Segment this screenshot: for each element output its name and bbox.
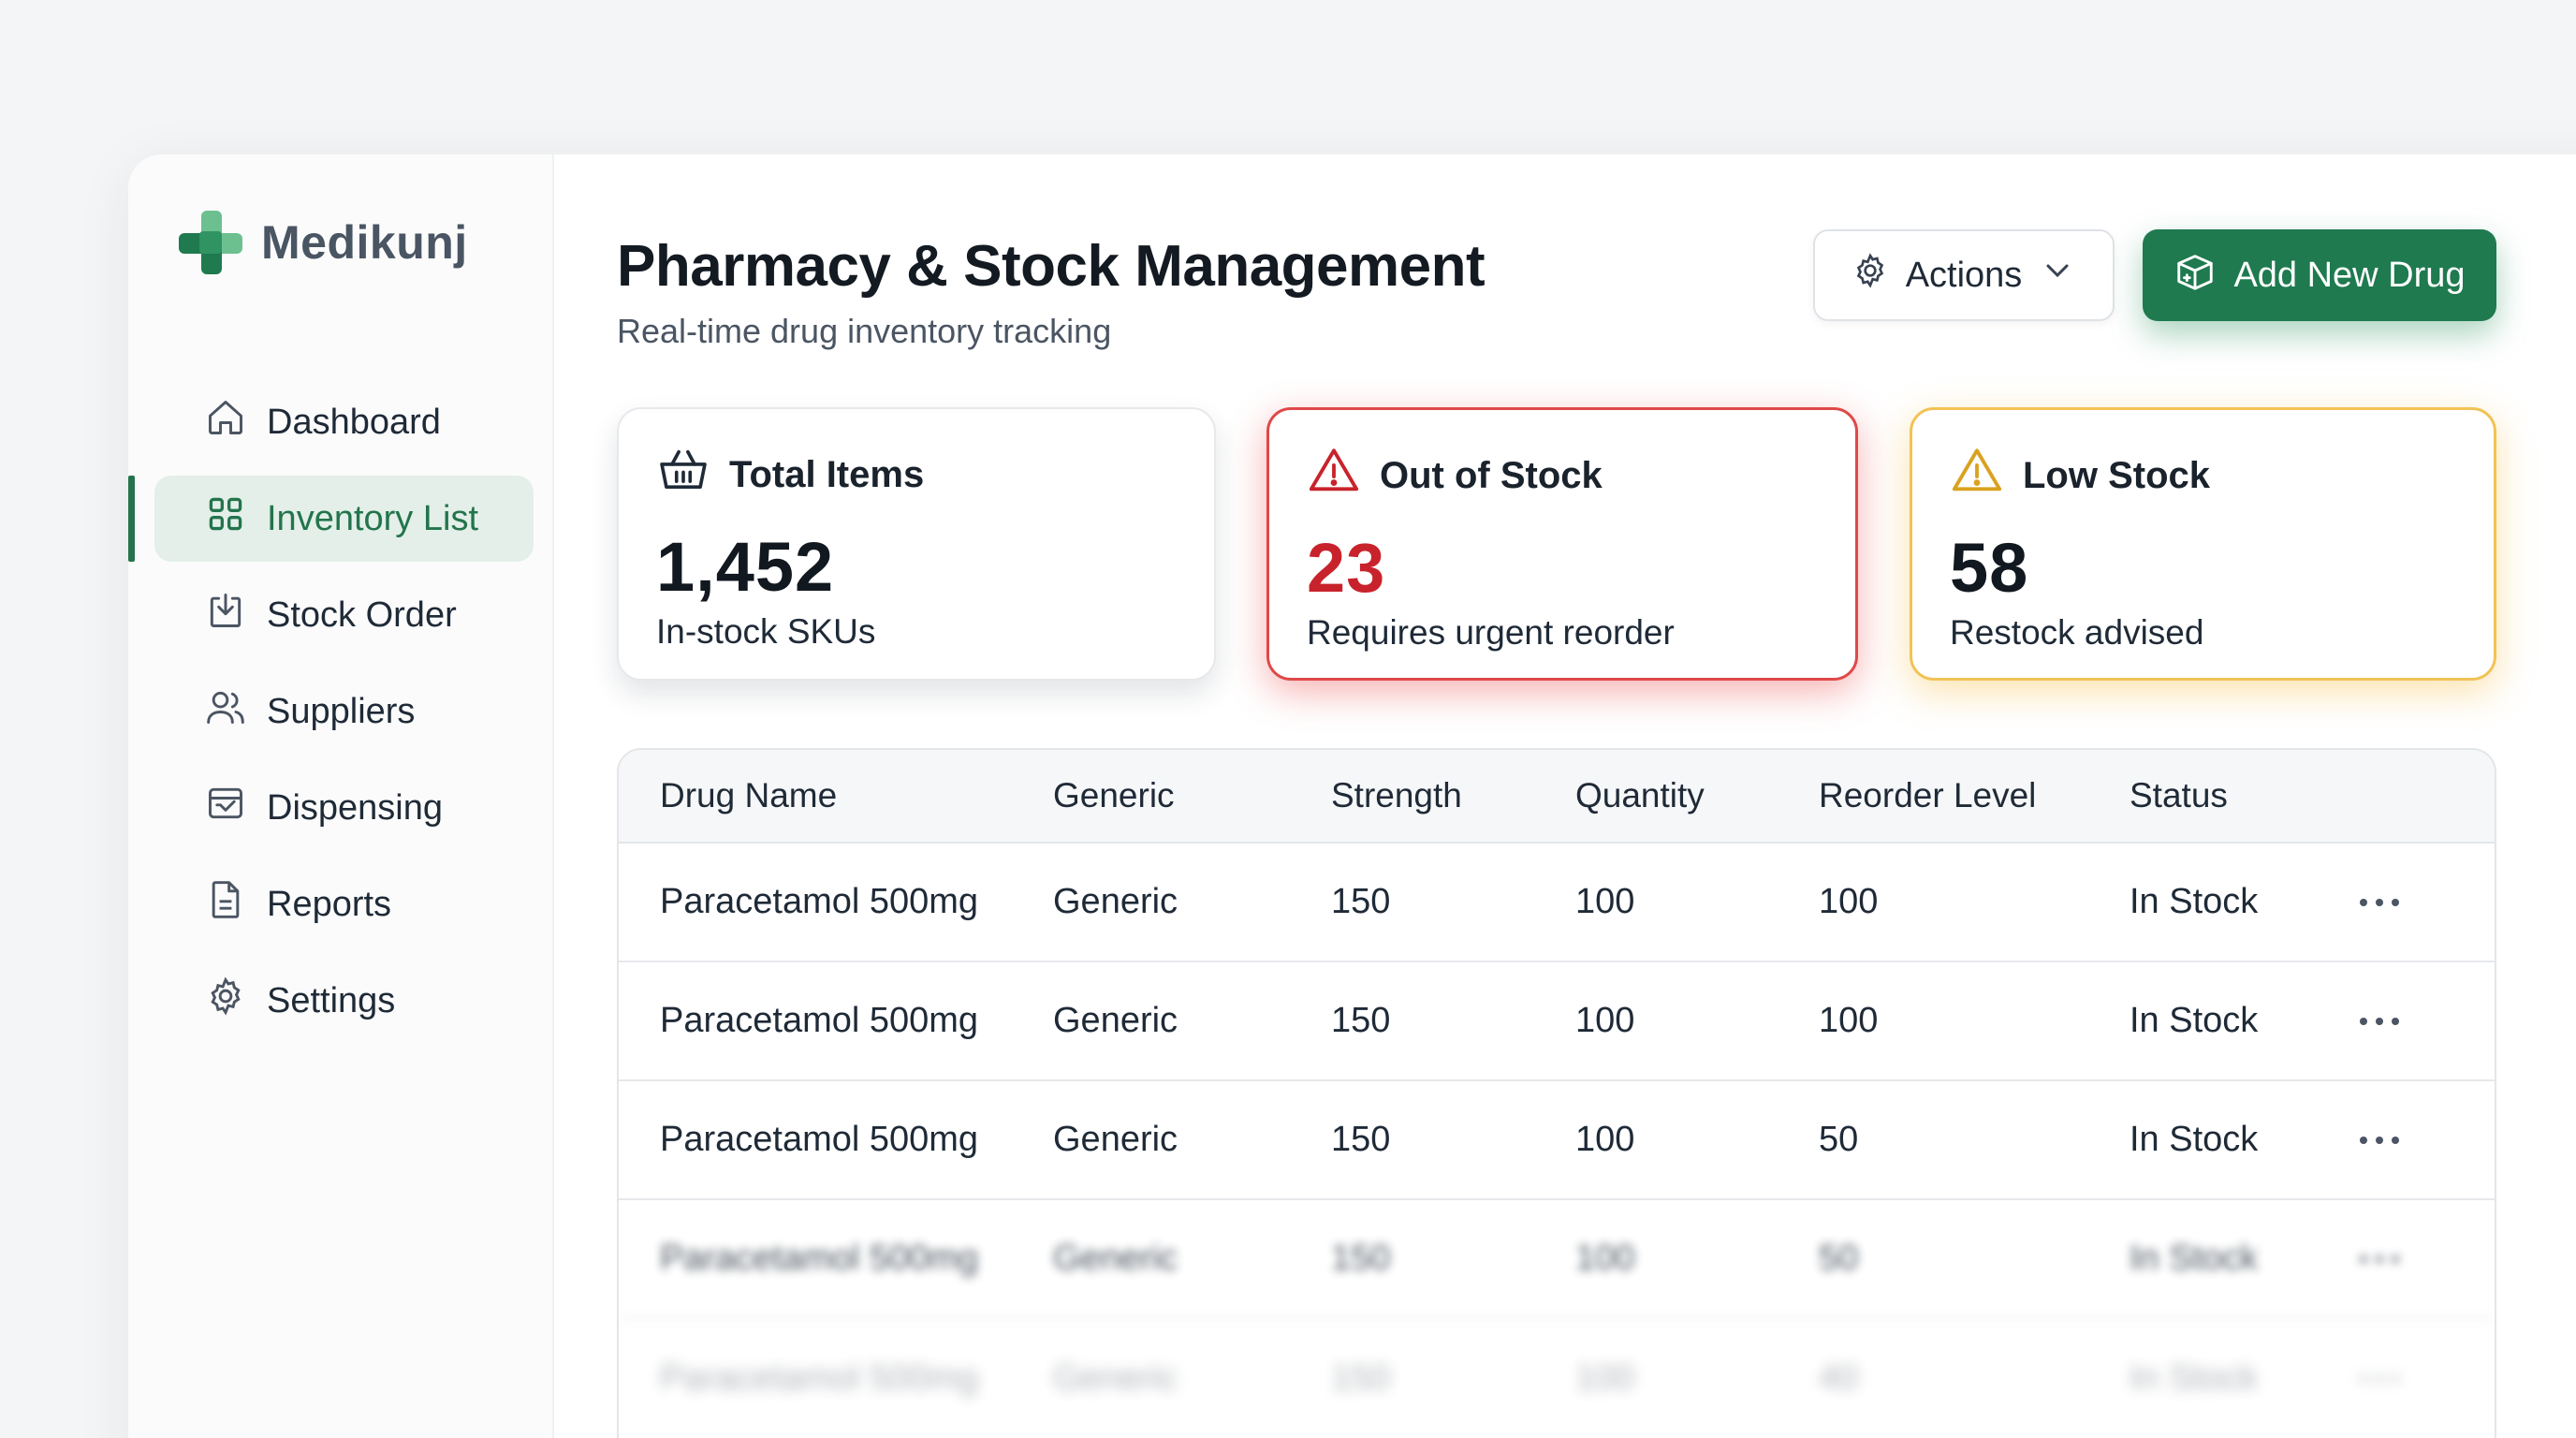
sidebar-item-stock-order[interactable]: Stock Order [154, 572, 534, 658]
actions-label: Actions [1905, 255, 2023, 295]
cell-strength: 150 [1331, 1001, 1391, 1040]
table-row[interactable]: Paracetamol 500mg Generic 150 100 100 In… [619, 962, 2495, 1081]
cell-status: In Stock [2130, 1120, 2259, 1159]
page-title: Pharmacy & Stock Management [617, 234, 1486, 299]
total-items-card: Total Items 1,452 In-stock SKUs [617, 407, 1216, 681]
card-title: Low Stock [2023, 454, 2211, 496]
add-new-drug-button[interactable]: Add New Drug [2143, 229, 2496, 321]
cell-strength: 150 [1331, 1239, 1391, 1278]
cell-reorder-level: 40 [1819, 1358, 1859, 1398]
cell-quantity: 100 [1575, 1120, 1635, 1159]
sidebar-item-dispensing[interactable]: Dispensing [154, 765, 534, 851]
cell-generic: Generic [1053, 1001, 1178, 1040]
sidebar-nav: Dashboard Inventory List Stock Order Sup… [128, 379, 534, 1054]
medicine-box-icon [2174, 249, 2217, 301]
sidebar-item-suppliers[interactable]: Suppliers [154, 668, 534, 755]
cell-quantity: 100 [1575, 882, 1635, 921]
cell-status: In Stock [2130, 1358, 2259, 1398]
more-options-icon[interactable] [2354, 889, 2405, 916]
card-title: Total Items [729, 453, 925, 495]
card-note: Requires urgent reorder [1307, 613, 1675, 652]
table-row[interactable]: Paracetamol 500mg Generic 150 100 100 In… [619, 844, 2495, 962]
sidebar-item-dashboard[interactable]: Dashboard [154, 379, 534, 465]
more-options-icon[interactable] [2354, 1366, 2405, 1392]
home-icon [205, 397, 246, 448]
document-icon [205, 879, 246, 930]
cell-generic: Generic [1053, 1239, 1178, 1278]
table-row[interactable]: Paracetamol 500mg Generic 150 100 50 In … [619, 1081, 2495, 1200]
warning-icon [1950, 444, 2004, 507]
dispense-icon [205, 783, 246, 833]
cell-drug-name: Paracetamol 500mg [660, 1001, 979, 1040]
sidebar-item-label: Suppliers [267, 691, 416, 731]
sidebar-item-label: Settings [267, 980, 396, 1020]
table-row[interactable]: Paracetamol 500mg Generic 150 100 40 In … [619, 1319, 2495, 1438]
cell-status: In Stock [2130, 882, 2259, 921]
cell-strength: 150 [1331, 1120, 1391, 1159]
app-window: Medikunj Dashboard Inventory List Stock … [128, 154, 2576, 1438]
medical-cross-icon [177, 209, 244, 276]
chevron-down-icon [2039, 252, 2076, 299]
card-note: Restock advised [1950, 613, 2204, 652]
cell-quantity: 100 [1575, 1239, 1635, 1278]
cell-quantity: 100 [1575, 1358, 1635, 1398]
brand-name: Medikunj [261, 216, 468, 269]
brand[interactable]: Medikunj [177, 209, 468, 276]
more-options-icon[interactable] [2354, 1127, 2405, 1153]
card-value: 1,452 [656, 528, 835, 606]
column-header-reorder-level[interactable]: Reorder Level [1819, 776, 2130, 815]
cell-drug-name: Paracetamol 500mg [660, 1120, 979, 1159]
cell-generic: Generic [1053, 882, 1178, 921]
cell-generic: Generic [1053, 1358, 1178, 1398]
cell-drug-name: Paracetamol 500mg [660, 1358, 979, 1398]
sidebar: Medikunj Dashboard Inventory List Stock … [128, 154, 554, 1438]
column-header-strength[interactable]: Strength [1331, 776, 1575, 815]
more-options-icon[interactable] [2354, 1008, 2405, 1034]
card-value: 58 [1950, 529, 2029, 607]
basket-icon [656, 443, 710, 506]
sidebar-item-label: Stock Order [267, 594, 457, 635]
cell-generic: Generic [1053, 1120, 1178, 1159]
more-options-icon[interactable] [2354, 1246, 2405, 1272]
table-header: Drug Name Generic Strength Quantity Reor… [619, 750, 2495, 844]
card-value: 23 [1307, 529, 1386, 607]
sidebar-item-label: Dispensing [267, 787, 443, 828]
cell-quantity: 100 [1575, 1001, 1635, 1040]
cell-reorder-level: 50 [1819, 1120, 1859, 1159]
cell-reorder-level: 100 [1819, 1001, 1879, 1040]
download-box-icon [205, 590, 246, 640]
gear-icon [1852, 252, 1889, 299]
cell-reorder-level: 50 [1819, 1239, 1859, 1278]
cell-status: In Stock [2130, 1239, 2259, 1278]
cell-status: In Stock [2130, 1001, 2259, 1040]
inventory-table: Drug Name Generic Strength Quantity Reor… [617, 748, 2496, 1438]
cell-strength: 150 [1331, 882, 1391, 921]
card-note: In-stock SKUs [656, 612, 876, 651]
add-new-drug-label: Add New Drug [2233, 255, 2466, 295]
cell-drug-name: Paracetamol 500mg [660, 882, 979, 921]
sidebar-item-label: Reports [267, 884, 392, 924]
page-subtitle: Real-time drug inventory tracking [617, 312, 1112, 350]
card-title: Out of Stock [1380, 454, 1603, 496]
sidebar-item-settings[interactable]: Settings [154, 958, 534, 1044]
actions-dropdown[interactable]: Actions [1813, 229, 2115, 321]
column-header-generic[interactable]: Generic [1053, 776, 1331, 815]
sidebar-item-label: Inventory List [267, 498, 478, 538]
sidebar-item-inventory-list[interactable]: Inventory List [128, 476, 534, 562]
table-row[interactable]: Paracetamol 500mg Generic 150 100 50 In … [619, 1200, 2495, 1319]
cell-strength: 150 [1331, 1358, 1391, 1398]
out-of-stock-card: Out of Stock 23 Requires urgent reorder [1266, 407, 1858, 681]
column-header-status[interactable]: Status [2130, 776, 2354, 815]
grid-icon [205, 493, 246, 544]
sidebar-item-label: Dashboard [267, 402, 441, 442]
column-header-quantity[interactable]: Quantity [1575, 776, 1819, 815]
cell-drug-name: Paracetamol 500mg [660, 1239, 979, 1278]
gear-icon [205, 976, 246, 1026]
users-icon [205, 686, 246, 737]
low-stock-card: Low Stock 58 Restock advised [1910, 407, 2496, 681]
warning-icon [1307, 444, 1361, 507]
column-header-drug-name[interactable]: Drug Name [619, 776, 1053, 815]
sidebar-item-reports[interactable]: Reports [154, 861, 534, 947]
cell-reorder-level: 100 [1819, 882, 1879, 921]
